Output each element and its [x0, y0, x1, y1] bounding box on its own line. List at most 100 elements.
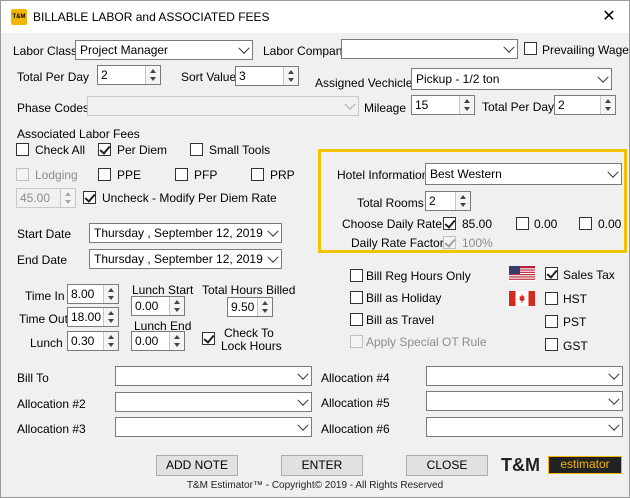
us-flag-icon — [509, 266, 535, 281]
arrow-down-icon — [464, 107, 470, 111]
phase-codes-select[interactable] — [87, 96, 359, 116]
per-diem-rate-value: 45.00 — [20, 191, 51, 205]
labor-company-select[interactable] — [341, 39, 518, 59]
total-hours-stepper[interactable]: 9.50 — [227, 297, 273, 317]
daily-rate-factor-label: Daily Rate Factor — [351, 236, 444, 250]
phase-codes-label: Phase Codes — [17, 101, 90, 115]
chevron-down-icon — [608, 393, 620, 405]
stepper-buttons[interactable] — [459, 96, 474, 114]
small-tools-checkbox[interactable] — [190, 143, 203, 156]
small-tools-label: Small Tools — [209, 143, 271, 157]
pst-checkbox[interactable] — [545, 315, 558, 328]
chevron-down-icon — [267, 225, 279, 237]
rate-2-checkbox[interactable] — [516, 217, 529, 230]
end-date-label: End Date — [17, 253, 68, 267]
allocation-2-select[interactable] — [115, 392, 312, 412]
choose-daily-rate-label: Choose Daily Rate — [342, 217, 443, 231]
total-per-day-value: 2 — [101, 68, 108, 82]
total-hours-label: Total Hours Billed — [202, 283, 296, 297]
sort-value-stepper[interactable]: 3 — [235, 66, 299, 86]
rate-1-value: 85.00 — [462, 217, 493, 231]
bill-travel-checkbox[interactable] — [350, 313, 363, 326]
lunch-value: 0.30 — [71, 334, 95, 348]
allocation-4-select[interactable] — [426, 366, 623, 386]
rate-factor-value: 100% — [462, 236, 493, 250]
mileage-stepper[interactable]: 15 — [411, 95, 475, 115]
chevron-down-icon — [267, 251, 279, 263]
total-rooms-stepper[interactable]: 2 — [425, 191, 471, 211]
chevron-down-icon — [238, 42, 250, 54]
arrow-down-icon — [174, 343, 180, 347]
arrow-down-icon — [460, 203, 466, 207]
stepper-buttons[interactable] — [169, 297, 184, 315]
prevailing-wage-checkbox[interactable] — [524, 42, 537, 55]
per-diem-label: Per Diem — [117, 143, 168, 157]
allocation-6-select[interactable] — [426, 417, 623, 437]
rate-factor-checkbox[interactable] — [443, 236, 456, 249]
arrow-down-icon — [174, 308, 180, 312]
time-in-stepper[interactable]: 8.00 — [67, 284, 119, 304]
end-date-picker[interactable]: Thursday , September 12, 2019 — [89, 249, 282, 269]
sales-tax-checkbox[interactable] — [545, 267, 558, 280]
allocation-3-select[interactable] — [115, 417, 312, 437]
time-out-stepper[interactable]: 18.00 — [67, 307, 119, 327]
special-ot-checkbox[interactable] — [350, 335, 363, 348]
bill-holiday-checkbox[interactable] — [350, 291, 363, 304]
stepper-buttons[interactable] — [283, 67, 298, 85]
rate-3-checkbox[interactable] — [579, 217, 592, 230]
stepper-buttons[interactable] — [103, 308, 118, 326]
gst-checkbox[interactable] — [545, 338, 558, 351]
check-all-checkbox[interactable] — [16, 143, 29, 156]
stepper-buttons[interactable] — [103, 285, 118, 303]
end-date-value: Thursday , September 12, 2019 — [94, 252, 263, 266]
labor-company-label: Labor Company — [263, 44, 349, 58]
chevron-down-icon — [344, 98, 356, 110]
stepper-buttons[interactable] — [169, 332, 184, 350]
chevron-down-icon — [597, 71, 609, 83]
lunch-label: Lunch — [30, 336, 63, 350]
add-note-button[interactable]: ADD NOTE — [156, 455, 238, 476]
bill-to-select[interactable] — [115, 366, 312, 386]
close-button[interactable]: CLOSE — [406, 455, 488, 476]
vehicle-total-per-day-stepper[interactable]: 2 — [554, 95, 616, 115]
sales-tax-label: Sales Tax — [563, 268, 615, 282]
checkmark-icon — [203, 332, 215, 344]
labor-class-value: Project Manager — [80, 43, 169, 57]
enter-button[interactable]: ENTER — [281, 455, 363, 476]
bill-reg-hours-checkbox[interactable] — [350, 269, 363, 282]
uncheck-modify-checkbox[interactable] — [83, 191, 96, 204]
labor-class-select[interactable]: Project Manager — [75, 40, 253, 60]
prp-checkbox[interactable] — [251, 168, 264, 181]
stepper-buttons[interactable] — [455, 192, 470, 210]
per-diem-checkbox[interactable] — [98, 143, 111, 156]
lunch-end-stepper[interactable]: 0.00 — [131, 331, 185, 351]
lunch-stepper[interactable]: 0.30 — [67, 331, 119, 351]
start-date-picker[interactable]: Thursday , September 12, 2019 — [89, 223, 282, 243]
arrow-down-icon — [605, 107, 611, 111]
hst-checkbox[interactable] — [545, 292, 558, 305]
assigned-vehicle-select[interactable]: Pickup - 1/2 ton — [411, 68, 612, 90]
pfp-checkbox[interactable] — [175, 168, 188, 181]
arrow-up-icon — [460, 195, 466, 199]
stepper-buttons[interactable] — [145, 66, 160, 84]
stepper-buttons[interactable] — [600, 96, 615, 114]
per-diem-rate-stepper[interactable]: 45.00 — [16, 188, 76, 208]
lock-hours-checkbox[interactable] — [202, 332, 215, 345]
stepper-buttons[interactable] — [103, 332, 118, 350]
brand-tm-text: T&M — [501, 455, 540, 475]
prevailing-wage-label: Prevailing Wage — [542, 43, 629, 57]
ppe-checkbox[interactable] — [98, 168, 111, 181]
stepper-buttons[interactable] — [60, 189, 75, 207]
arrow-up-icon — [262, 301, 268, 305]
stepper-buttons[interactable] — [257, 298, 272, 316]
total-per-day-stepper[interactable]: 2 — [97, 65, 161, 85]
hotel-info-select[interactable]: Best Western — [425, 163, 622, 185]
vehicle-total-per-day-value: 2 — [558, 98, 565, 112]
allocation-5-select[interactable] — [426, 391, 623, 411]
rate-1-checkbox[interactable] — [443, 217, 456, 230]
close-window-button[interactable]: ✕ — [597, 7, 621, 27]
arrow-up-icon — [174, 300, 180, 304]
lodging-checkbox[interactable] — [16, 168, 29, 181]
lunch-start-stepper[interactable]: 0.00 — [131, 296, 185, 316]
allocation-4-label: Allocation #4 — [321, 371, 390, 385]
